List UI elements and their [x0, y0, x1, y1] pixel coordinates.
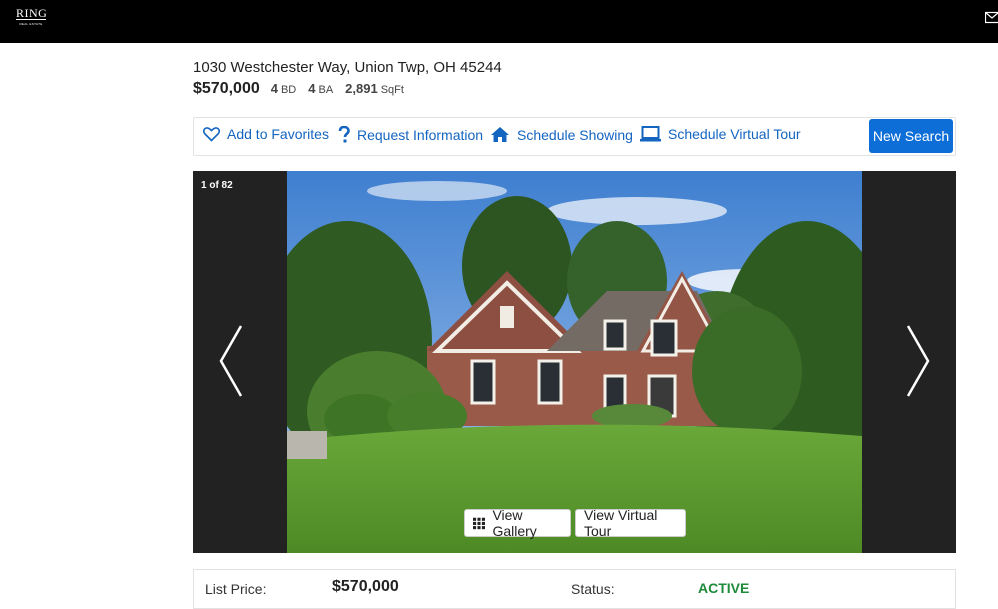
view-gallery-label: View Gallery — [492, 507, 562, 539]
listing-address: 1030 Westchester Way, Union Twp, OH 4524… — [193, 59, 502, 76]
schedule-virtual-tour-label: Schedule Virtual Tour — [668, 126, 801, 142]
add-to-favorites-label: Add to Favorites — [227, 126, 329, 142]
beds-count: 4 — [271, 81, 278, 96]
add-to-favorites-link[interactable]: Add to Favorites — [203, 126, 329, 142]
heart-icon — [203, 126, 220, 142]
laptop-icon — [640, 126, 661, 142]
logo-tagline: REAL ESTATE — [16, 22, 46, 26]
previous-photo-arrow[interactable] — [213, 321, 253, 401]
request-information-link[interactable]: Request Information — [338, 126, 483, 144]
photo-slider: 1 of 82 — [193, 171, 956, 553]
grid-icon — [473, 517, 485, 530]
photo-counter: 1 of 82 — [201, 180, 233, 191]
status-label: Status: — [571, 581, 615, 597]
baths-unit: BA — [318, 84, 333, 96]
envelope-icon[interactable] — [985, 11, 998, 24]
schedule-virtual-tour-link[interactable]: Schedule Virtual Tour — [640, 126, 801, 142]
sqft-count: 2,891 — [345, 81, 378, 96]
listing-photo[interactable] — [287, 171, 862, 553]
view-virtual-tour-label: View Virtual Tour — [584, 507, 677, 539]
question-icon — [338, 126, 350, 144]
schedule-showing-link[interactable]: Schedule Showing — [490, 126, 633, 143]
brand-logo[interactable]: RING REAL ESTATE — [16, 7, 46, 29]
list-price-label: List Price: — [205, 581, 266, 597]
baths-count: 4 — [308, 81, 315, 96]
view-virtual-tour-button[interactable]: View Virtual Tour — [575, 509, 686, 537]
listing-summary: $570,000 4 BD 4 BA 2,891 SqFt — [193, 80, 416, 98]
list-price-value: $570,000 — [332, 578, 399, 596]
listing-actions-bar: Add to Favorites Request Information Sch… — [193, 117, 956, 156]
logo-wordmark: RING — [16, 7, 46, 20]
next-photo-arrow[interactable] — [896, 321, 936, 401]
top-navbar: RING REAL ESTATE — [0, 0, 998, 43]
listing-details-panel: List Price: $570,000 Status: ACTIVE — [193, 569, 956, 609]
schedule-showing-label: Schedule Showing — [517, 127, 633, 143]
request-information-label: Request Information — [357, 127, 483, 143]
view-gallery-button[interactable]: View Gallery — [464, 509, 571, 537]
listing-price: $570,000 — [193, 80, 260, 98]
new-search-button[interactable]: New Search — [869, 119, 953, 153]
beds-unit: BD — [281, 84, 296, 96]
sqft-unit: SqFt — [381, 84, 404, 96]
status-badge: ACTIVE — [698, 580, 749, 596]
home-icon — [490, 126, 510, 143]
